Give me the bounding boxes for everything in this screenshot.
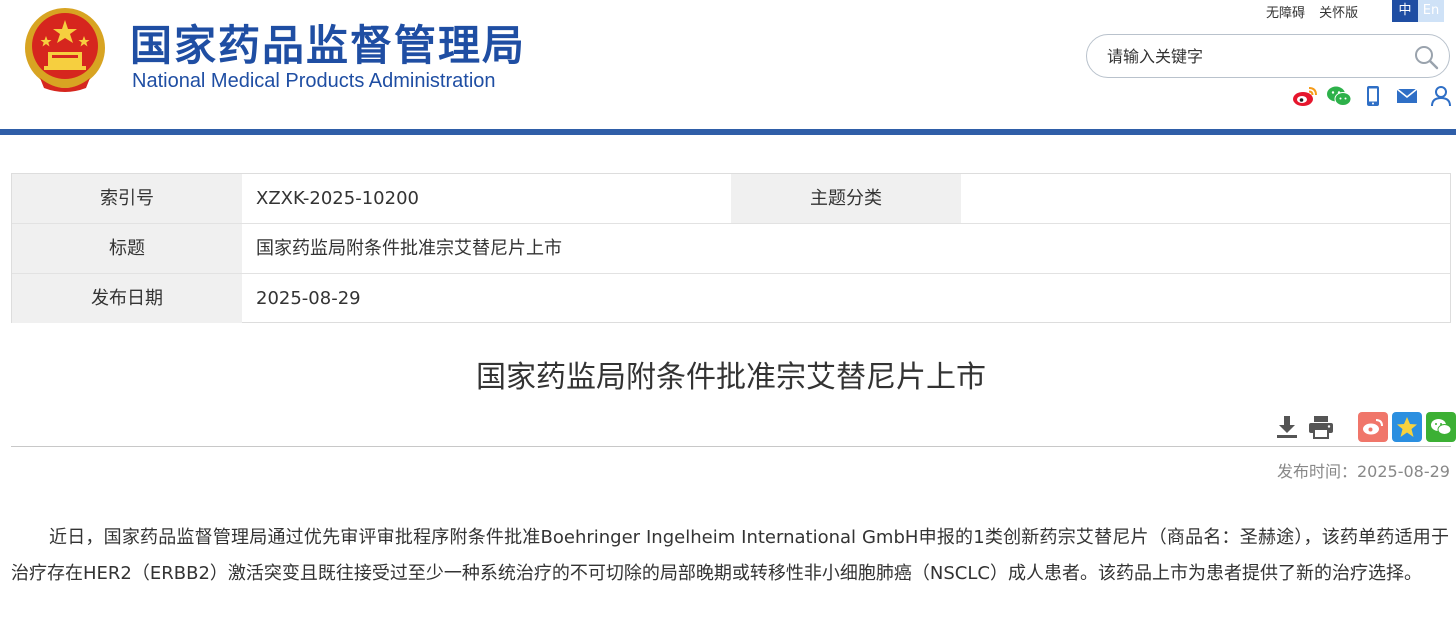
search-input[interactable] (1107, 43, 1397, 69)
language-switch: 中 En (1392, 0, 1444, 22)
share-wechat-icon[interactable] (1426, 412, 1456, 442)
meta-row-index: 索引号 XZXK-2025-10200 主题分类 (12, 174, 1450, 224)
index-label: 索引号 (12, 174, 242, 223)
download-icon[interactable] (1272, 412, 1302, 442)
lang-en-button[interactable]: En (1418, 0, 1444, 22)
user-icon[interactable] (1428, 84, 1454, 108)
lang-zh-button[interactable]: 中 (1392, 0, 1418, 22)
date-value: 2025-08-29 (256, 288, 361, 309)
accessibility-link[interactable]: 无障碍 (1266, 6, 1305, 21)
search-icon[interactable] (1413, 44, 1439, 70)
share-weibo-icon[interactable] (1358, 412, 1388, 442)
article-body: 近日，国家药品监督管理局通过优先审评审批程序附条件批准Boehringer In… (11, 527, 1449, 584)
top-links: 无障碍 关怀版 (1266, 2, 1368, 21)
article-divider (11, 446, 1451, 447)
wechat-icon[interactable] (1326, 84, 1352, 108)
article-tools (1272, 412, 1456, 442)
index-value: XZXK-2025-10200 (256, 188, 419, 209)
meta-row-title: 标题 国家药监局附条件批准宗艾替尼片上市 (12, 224, 1450, 274)
category-value (961, 174, 975, 223)
title-value: 国家药监局附条件批准宗艾替尼片上市 (256, 238, 562, 259)
article-title: 国家药监局附条件批准宗艾替尼片上市 (476, 360, 986, 395)
social-links (1292, 84, 1454, 108)
national-emblem (25, 8, 105, 92)
site-name-en[interactable]: National Medical Products Administration (132, 70, 496, 93)
mail-icon[interactable] (1394, 84, 1420, 108)
date-label: 发布日期 (12, 274, 242, 323)
category-label: 主题分类 (731, 174, 961, 223)
print-icon[interactable] (1306, 412, 1336, 442)
meta-row-date: 发布日期 2025-08-29 (12, 274, 1450, 324)
header-divider-bar (0, 129, 1456, 135)
search-box (1086, 34, 1450, 78)
title-label: 标题 (12, 224, 242, 273)
care-mode-link[interactable]: 关怀版 (1319, 6, 1358, 21)
site-header: 国家药品监督管理局 National Medical Products Admi… (0, 0, 1456, 130)
weibo-icon[interactable] (1292, 84, 1318, 108)
mobile-icon[interactable] (1360, 84, 1386, 108)
site-name-cn[interactable]: 国家药品监督管理局 (130, 12, 526, 73)
share-qzone-icon[interactable] (1392, 412, 1422, 442)
publish-time: 发布时间：2025-08-29 (1277, 462, 1450, 481)
document-meta-table: 索引号 XZXK-2025-10200 主题分类 标题 国家药监局附条件批准宗艾… (11, 173, 1451, 323)
